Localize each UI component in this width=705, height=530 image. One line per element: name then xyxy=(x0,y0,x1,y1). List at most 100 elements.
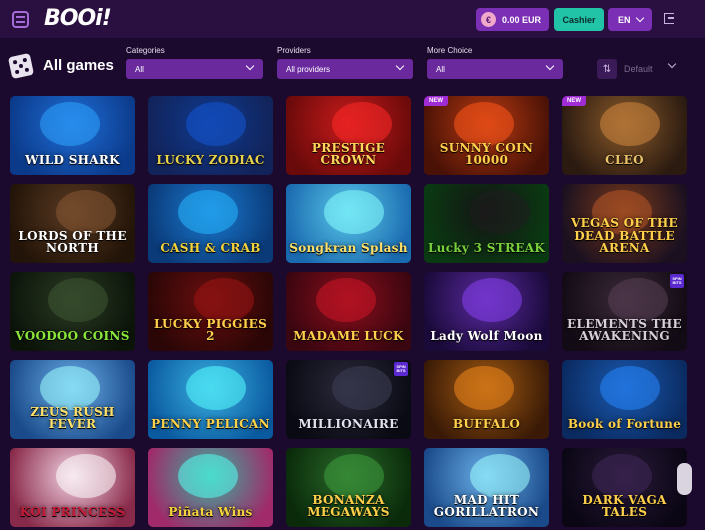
game-title: WILD SHARK xyxy=(25,153,120,168)
game-artwork xyxy=(56,454,116,498)
game-tile[interactable]: VEGAS OF THE DEAD BATTLE ARENA xyxy=(562,184,687,263)
game-title: LORDS OF THE NORTH xyxy=(18,228,127,256)
game-artwork xyxy=(600,366,660,410)
categories-select[interactable]: All xyxy=(126,59,263,79)
categories-value: All xyxy=(135,64,144,74)
game-tile[interactable]: MADAME LUCK xyxy=(286,272,411,351)
game-tile[interactable]: PRESTIGE CROWN xyxy=(286,96,411,175)
game-artwork xyxy=(608,278,668,322)
scroll-to-top-button[interactable] xyxy=(677,463,692,495)
game-artwork xyxy=(178,454,238,498)
game-artwork xyxy=(324,190,384,234)
chevron-down-icon xyxy=(395,61,405,71)
game-tile[interactable]: NEW CLEO xyxy=(562,96,687,175)
game-tile[interactable]: NEW SUNNY COIN 10000 xyxy=(424,96,549,175)
balance-button[interactable]: € 0.00 EUR xyxy=(476,8,549,31)
game-artwork xyxy=(592,454,652,498)
game-tile[interactable]: LORDS OF THE NORTH xyxy=(10,184,135,263)
game-title: LUCKY ZODIAC xyxy=(156,153,265,168)
game-tile[interactable]: SPIN BITS ELEMENTS THE AWAKENING xyxy=(562,272,687,351)
game-artwork xyxy=(40,102,100,146)
game-title: LUCKY PIGGIES 2 xyxy=(153,316,268,344)
game-tile[interactable]: KOI PRINCESS xyxy=(10,448,135,527)
language-label: EN xyxy=(618,14,631,25)
game-artwork xyxy=(454,366,514,410)
brand-logo[interactable]: BOOi! xyxy=(44,6,112,31)
game-grid: WILD SHARK LUCKY ZODIAC PRESTIGE CROWN NEW S… xyxy=(10,96,687,527)
game-tile[interactable]: ZEUS RUSH FEVER xyxy=(10,360,135,439)
game-title: Songkran Splash xyxy=(289,241,408,256)
game-tile[interactable]: Lucky 3 STREAK xyxy=(424,184,549,263)
game-title: Book of Fortune xyxy=(567,417,682,432)
providers-select[interactable]: All providers xyxy=(277,59,413,79)
chevron-down-icon xyxy=(635,13,644,23)
game-title: ZEUS RUSH FEVER xyxy=(30,404,115,432)
new-badge: NEW xyxy=(424,96,448,106)
game-artwork xyxy=(454,102,514,146)
game-tile[interactable]: WILD SHARK xyxy=(10,96,135,175)
game-artwork xyxy=(178,190,238,234)
language-selector[interactable]: EN xyxy=(608,8,652,31)
game-tile[interactable]: CASH & CRAB xyxy=(148,184,273,263)
game-title: BONANZA MEGAWAYS xyxy=(307,492,390,520)
game-title: BUFFALO xyxy=(452,417,521,432)
euro-coin-icon: € xyxy=(481,12,496,27)
chevron-down-icon[interactable] xyxy=(667,59,677,69)
new-badge: NEW xyxy=(562,96,586,106)
game-artwork xyxy=(600,102,660,146)
game-tile[interactable]: PENNY PELICAN xyxy=(148,360,273,439)
game-tile[interactable]: Piñata Wins xyxy=(148,448,273,527)
game-title: Lucky 3 STREAK xyxy=(427,241,546,256)
cashier-button[interactable]: Cashier xyxy=(554,8,604,31)
providers-value: All providers xyxy=(286,64,331,74)
game-title: CLEO xyxy=(605,153,644,168)
game-artwork xyxy=(48,278,108,322)
game-artwork xyxy=(186,366,246,410)
sort-select[interactable]: Default xyxy=(624,64,653,74)
game-title: Lady Wolf Moon xyxy=(430,329,543,344)
game-tile[interactable]: DARK VAGA TALES xyxy=(562,448,687,527)
game-tile[interactable]: BONANZA MEGAWAYS xyxy=(286,448,411,527)
game-artwork xyxy=(194,278,254,322)
game-artwork xyxy=(332,366,392,410)
game-artwork xyxy=(324,454,384,498)
balance-amount: 0.00 EUR xyxy=(502,14,542,25)
game-tile[interactable]: Songkran Splash xyxy=(286,184,411,263)
game-artwork xyxy=(56,190,116,234)
game-title: ELEMENTS THE AWAKENING xyxy=(567,316,682,344)
menu-icon[interactable] xyxy=(12,11,29,28)
game-tile[interactable]: MAD HIT GORILLATRON xyxy=(424,448,549,527)
game-title: Piñata Wins xyxy=(168,505,253,520)
game-tile[interactable]: BUFFALO xyxy=(424,360,549,439)
game-tile[interactable]: Book of Fortune xyxy=(562,360,687,439)
game-title: KOI PRINCESS xyxy=(19,505,126,520)
game-title: MAD HIT GORILLATRON xyxy=(433,492,540,520)
game-artwork xyxy=(40,366,100,410)
game-artwork xyxy=(470,190,530,234)
game-tile[interactable]: LUCKY ZODIAC xyxy=(148,96,273,175)
top-bar: BOOi! € 0.00 EUR Cashier EN xyxy=(0,0,705,38)
game-title: CASH & CRAB xyxy=(160,241,261,256)
game-tile[interactable]: SPIN BITS MILLIONAIRE xyxy=(286,360,411,439)
game-artwork xyxy=(332,102,392,146)
page-title: All games xyxy=(43,57,114,74)
game-title: VOODOO COINS xyxy=(15,329,130,344)
game-title: MILLIONAIRE xyxy=(298,417,399,432)
chevron-down-icon xyxy=(245,61,255,71)
chevron-down-icon xyxy=(545,61,555,71)
more-choice-value: All xyxy=(436,64,445,74)
dice-icon xyxy=(7,52,35,80)
providers-label: Providers xyxy=(277,46,311,55)
game-tile[interactable]: VOODOO COINS xyxy=(10,272,135,351)
game-artwork xyxy=(470,454,530,498)
game-title: PRESTIGE CROWN xyxy=(311,140,386,168)
game-tile[interactable]: LUCKY PIGGIES 2 xyxy=(148,272,273,351)
more-choice-label: More Choice xyxy=(427,46,473,55)
game-artwork xyxy=(316,278,376,322)
game-title: DARK VAGA TALES xyxy=(582,492,667,520)
more-choice-select[interactable]: All xyxy=(427,59,563,79)
logout-icon[interactable] xyxy=(664,13,674,24)
sort-icon[interactable]: ⇅ xyxy=(597,59,617,79)
game-tile[interactable]: Lady Wolf Moon xyxy=(424,272,549,351)
game-title: PENNY PELICAN xyxy=(151,417,270,432)
